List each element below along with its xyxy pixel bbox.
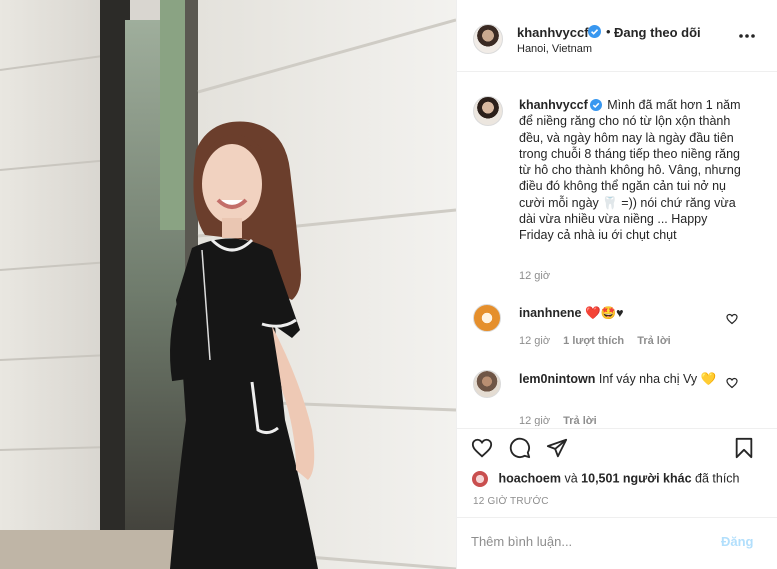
verified-badge-icon [588,25,601,38]
caption-username[interactable]: khanhvyccf [519,98,588,112]
comment-timestamp[interactable]: 12 giờ [519,415,550,426]
post-header: khanhvyccf • Đang theo dõi Hanoi, Vietna… [457,0,777,72]
comment-text: Inf váy nha chị Vy 💛 [598,372,717,386]
comment-body: inanhnene ❤️🤩♥ [519,306,719,321]
caption-body: khanhvyccf Mình đã mất hơn 1 năm để niền… [519,97,741,244]
add-comment-bar: Đăng [457,517,777,569]
heart-icon[interactable] [471,437,493,459]
comment-body: lem0nintown Inf váy nha chị Vy 💛 [519,372,719,387]
author-avatar[interactable] [473,24,503,54]
caption-author-avatar[interactable] [473,96,503,126]
more-options-icon[interactable] [738,32,756,40]
author-username[interactable]: khanhvyccf [517,25,589,40]
comment-meta: 12 giờ Trả lời [519,415,607,426]
liker-username[interactable]: hoachoem [498,471,561,485]
verified-badge-icon [589,99,602,111]
likes-suffix: đã thích [695,471,740,486]
caption-timestamp[interactable]: 12 giờ [519,270,550,282]
comment-like-icon[interactable] [726,377,738,389]
comment-username[interactable]: lem0nintown [519,372,595,386]
post-side-panel: khanhvyccf • Đang theo dõi Hanoi, Vietna… [456,0,777,569]
post-timestamp[interactable]: 12 GIỜ TRƯỚC [473,496,549,507]
post-comment-button[interactable]: Đăng [721,534,754,549]
reply-button[interactable]: Trả lời [563,415,597,426]
following-button[interactable]: Đang theo dõi [614,25,701,40]
comment-username[interactable]: inanhnene [519,306,582,320]
post-location[interactable]: Hanoi, Vietnam [517,43,592,55]
caption-text: Mình đã mất hơn 1 năm để niềng răng cho … [519,98,741,243]
share-icon[interactable] [546,437,568,459]
action-bar [457,428,777,468]
comment-text: ❤️🤩♥ [585,306,624,320]
likes-connector: và [564,471,578,486]
bookmark-icon[interactable] [733,437,755,459]
post-photo[interactable] [0,0,456,569]
post-photo-image [0,0,456,569]
comment-icon[interactable] [509,437,531,459]
comment-meta: 12 giờ 1 lượt thích Trả lời [519,335,681,347]
header-separator: • [606,24,611,39]
commenter-avatar[interactable] [473,370,501,398]
likes-summary: hoachoem và 10,501 người khác đã thích [471,470,740,488]
comment-timestamp[interactable]: 12 giờ [519,335,550,347]
comment-likes[interactable]: 1 lượt thích [563,335,624,347]
reply-button[interactable]: Trả lời [637,335,671,347]
comment-like-icon[interactable] [726,313,738,325]
commenter-avatar[interactable] [473,304,501,332]
comment-input[interactable] [471,534,711,549]
likes-count[interactable]: 10,501 người khác [581,471,691,485]
liker-avatar[interactable] [471,470,489,488]
